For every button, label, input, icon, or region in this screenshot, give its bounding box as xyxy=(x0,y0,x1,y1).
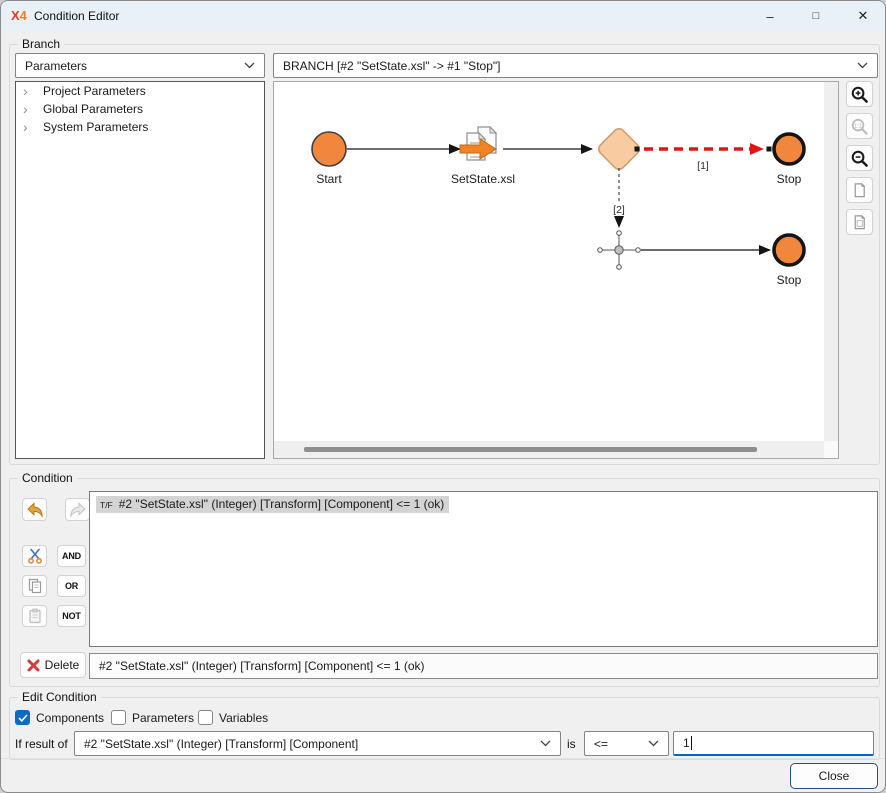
checkbox-unchecked-icon[interactable] xyxy=(198,710,213,725)
canvas-horizontal-scrollbar[interactable] xyxy=(274,441,824,458)
copy-button[interactable] xyxy=(22,575,47,597)
or-operator-button[interactable]: OR xyxy=(57,575,86,597)
comparison-value-text: 1 xyxy=(683,736,690,750)
footer-divider xyxy=(1,758,886,759)
window-title: Condition Editor xyxy=(34,9,119,23)
check-icon xyxy=(18,714,28,722)
zoom-out-button[interactable] xyxy=(846,145,873,171)
workflow-canvas[interactable]: Start SetState.xsl [1] xyxy=(273,81,839,459)
condition-item-text: #2 "SetState.xsl" (Integer) [Transform] … xyxy=(119,497,445,511)
chevron-right-icon[interactable]: › xyxy=(23,120,37,134)
node-stop-2[interactable]: Stop xyxy=(774,235,804,287)
parameter-category-value: Parameters xyxy=(25,59,87,73)
svg-text:SetState.xsl: SetState.xsl xyxy=(451,172,515,186)
zoom-reset-button[interactable]: 1:1 xyxy=(846,113,873,139)
paste-button[interactable] xyxy=(22,605,47,627)
copy-icon xyxy=(27,578,43,594)
svg-text:Start: Start xyxy=(316,172,342,186)
app-logo-icon: X4 xyxy=(11,8,27,23)
comparison-value-input[interactable]: 1 xyxy=(673,731,874,756)
fit-selection-button[interactable] xyxy=(846,209,873,235)
condition-editor-dialog: X4 Condition Editor – □ ✕ Branch Paramet… xyxy=(0,0,886,793)
canvas-vertical-scrollbar[interactable] xyxy=(824,82,838,441)
and-operator-button[interactable]: AND xyxy=(57,545,86,567)
delete-x-icon xyxy=(27,659,40,672)
if-result-of-label: If result of xyxy=(15,737,68,751)
checkbox-parameters-label: Parameters xyxy=(132,711,194,725)
parameter-tree: › Project Parameters › Global Parameters… xyxy=(15,81,265,459)
maximize-icon[interactable]: □ xyxy=(793,1,839,31)
svg-text:Stop: Stop xyxy=(777,273,802,287)
checkbox-parameters[interactable]: Parameters xyxy=(111,710,194,725)
svg-text:Stop: Stop xyxy=(777,172,802,186)
edit-condition-group-label: Edit Condition xyxy=(18,691,101,704)
condition-list[interactable]: T/F #2 "SetState.xsl" (Integer) [Transfor… xyxy=(89,491,878,647)
result-of-value: #2 "SetState.xsl" (Integer) [Transform] … xyxy=(84,737,358,751)
edge-2-label: [2] xyxy=(613,204,625,216)
chevron-down-icon xyxy=(648,740,659,747)
tree-item-project-parameters[interactable]: › Project Parameters xyxy=(16,82,264,100)
zoom-out-icon xyxy=(850,149,869,168)
redo-button[interactable] xyxy=(65,498,90,521)
not-operator-button[interactable]: NOT xyxy=(57,605,86,627)
close-button-label: Close xyxy=(819,769,850,783)
undo-icon xyxy=(26,502,44,518)
redo-icon xyxy=(69,502,87,518)
checkbox-unchecked-icon[interactable] xyxy=(111,710,126,725)
minimize-icon[interactable]: – xyxy=(747,1,793,31)
condition-list-item-selected[interactable]: T/F #2 "SetState.xsl" (Integer) [Transfor… xyxy=(96,496,449,513)
zoom-one-to-one-icon: 1:1 xyxy=(850,117,869,136)
tree-item-system-parameters[interactable]: › System Parameters xyxy=(16,118,264,136)
branch-select-value: BRANCH [#2 "SetState.xsl" -> #1 "Stop"] xyxy=(283,59,500,73)
svg-text:1:1: 1:1 xyxy=(854,123,862,129)
cut-scissors-icon xyxy=(27,548,43,564)
checkbox-components[interactable]: Components xyxy=(15,710,104,725)
branch-select[interactable]: BRANCH [#2 "SetState.xsl" -> #1 "Stop"] xyxy=(273,53,878,78)
chevron-down-icon xyxy=(857,62,868,69)
branch-group-label: Branch xyxy=(18,38,64,51)
checkbox-checked-icon[interactable] xyxy=(15,710,30,725)
fit-page-button[interactable] xyxy=(846,177,873,203)
chevron-right-icon[interactable]: › xyxy=(23,102,37,116)
condition-type-badge: T/F xyxy=(100,500,113,510)
chevron-down-icon xyxy=(540,740,551,747)
fit-selection-icon xyxy=(851,214,868,231)
undo-button[interactable] xyxy=(22,498,47,521)
close-icon[interactable]: ✕ xyxy=(839,1,886,31)
operator-select[interactable]: <= xyxy=(584,731,669,756)
edge-1-label: [1] xyxy=(697,160,709,172)
edge-junction-handle[interactable] xyxy=(598,231,641,270)
title-bar: X4 Condition Editor – □ ✕ xyxy=(1,1,885,31)
cut-button[interactable] xyxy=(22,545,47,567)
text-caret xyxy=(691,736,692,750)
node-stop-1[interactable]: Stop xyxy=(774,134,804,186)
delete-button[interactable]: Delete xyxy=(20,652,86,678)
paste-clipboard-icon xyxy=(27,608,43,624)
operator-value: <= xyxy=(594,737,608,751)
condition-group-label: Condition xyxy=(18,472,77,485)
chevron-right-icon[interactable]: › xyxy=(23,84,37,98)
result-of-select[interactable]: #2 "SetState.xsl" (Integer) [Transform] … xyxy=(74,731,561,756)
zoom-in-button[interactable] xyxy=(846,81,873,107)
scrollbar-corner xyxy=(824,441,838,458)
tree-item-global-parameters[interactable]: › Global Parameters xyxy=(16,100,264,118)
condition-preview-field: #2 "SetState.xsl" (Integer) [Transform] … xyxy=(89,653,878,679)
checkbox-variables[interactable]: Variables xyxy=(198,710,268,725)
edge-handle[interactable] xyxy=(635,147,640,152)
is-label: is xyxy=(567,737,576,751)
parameter-category-select[interactable]: Parameters xyxy=(15,53,265,78)
node-start[interactable]: Start xyxy=(312,132,346,186)
chevron-down-icon xyxy=(244,62,255,69)
node-transform-setstate[interactable]: SetState.xsl xyxy=(451,127,515,186)
scrollbar-thumb[interactable] xyxy=(304,447,757,452)
checkbox-components-label: Components xyxy=(36,711,104,725)
zoom-in-icon xyxy=(850,85,869,104)
condition-preview-text: #2 "SetState.xsl" (Integer) [Transform] … xyxy=(99,659,425,673)
workflow-diagram: Start SetState.xsl [1] xyxy=(274,82,838,458)
fit-page-icon xyxy=(851,182,868,199)
checkbox-variables-label: Variables xyxy=(219,711,268,725)
edge-handle[interactable] xyxy=(767,147,772,152)
delete-button-label: Delete xyxy=(45,658,80,672)
close-button[interactable]: Close xyxy=(790,763,878,789)
